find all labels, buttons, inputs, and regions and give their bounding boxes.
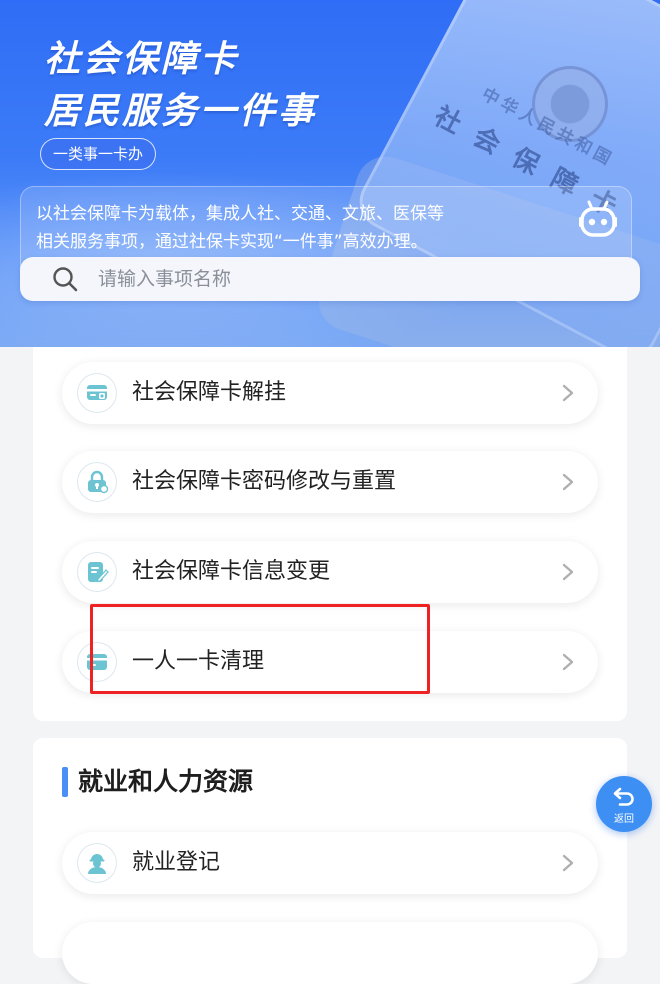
service-item-label: 社会保障卡信息变更 bbox=[132, 559, 331, 584]
service-item-card-unlock[interactable]: 社会保障卡解挂 bbox=[62, 362, 598, 424]
highlight-box bbox=[90, 604, 430, 694]
chevron-right-icon bbox=[562, 384, 574, 402]
service-item-label: 就业登记 bbox=[132, 850, 221, 875]
chevron-right-icon bbox=[562, 653, 574, 671]
hero-description-line2: 相关服务事项，通过社保卡实现“一件事”高效办理。 bbox=[36, 232, 428, 252]
hero-tag-badge: 一类事一卡办 bbox=[40, 138, 157, 170]
card-unlock-icon bbox=[78, 374, 116, 412]
service-item-password-reset[interactable]: 社会保障卡密码修改与重置 bbox=[62, 451, 598, 513]
back-button-label: 返回 bbox=[614, 814, 634, 825]
hero-title-line2: 居民服务一件事 bbox=[44, 91, 318, 132]
chevron-right-icon bbox=[562, 563, 574, 581]
hero-description-line1: 以社会保障卡为载体，集成人社、交通、文旅、医保等 bbox=[36, 204, 444, 224]
worker-avatar-icon bbox=[78, 844, 116, 882]
search-icon bbox=[53, 267, 78, 292]
search-bar[interactable]: 请输入事项名称 bbox=[20, 257, 640, 301]
hero-banner: 中华人民共和国 社会保障卡 社会保障卡 居民服务一件事 一类事一卡办 以社会保障… bbox=[0, 0, 660, 347]
return-arrow-icon bbox=[613, 787, 634, 806]
hero-title-line1: 社会保障卡 bbox=[44, 39, 240, 80]
service-item-label: 社会保障卡解挂 bbox=[132, 380, 287, 405]
service-item-employment-registration[interactable]: 就业登记 bbox=[62, 832, 598, 894]
robot-assistant-icon[interactable] bbox=[578, 200, 618, 238]
service-item-label: 社会保障卡密码修改与重置 bbox=[132, 469, 397, 494]
service-item-info-change[interactable]: 社会保障卡信息变更 bbox=[62, 541, 598, 603]
edit-document-icon bbox=[78, 553, 116, 591]
lock-icon bbox=[78, 463, 116, 501]
search-input[interactable]: 请输入事项名称 bbox=[98, 257, 231, 301]
section-title: 就业和人力资源 bbox=[78, 767, 254, 796]
back-button[interactable]: 返回 bbox=[596, 776, 652, 832]
chevron-right-icon bbox=[562, 854, 574, 872]
service-item-next[interactable] bbox=[62, 922, 598, 984]
section-accent-bar bbox=[62, 767, 68, 797]
chevron-right-icon bbox=[562, 473, 574, 491]
